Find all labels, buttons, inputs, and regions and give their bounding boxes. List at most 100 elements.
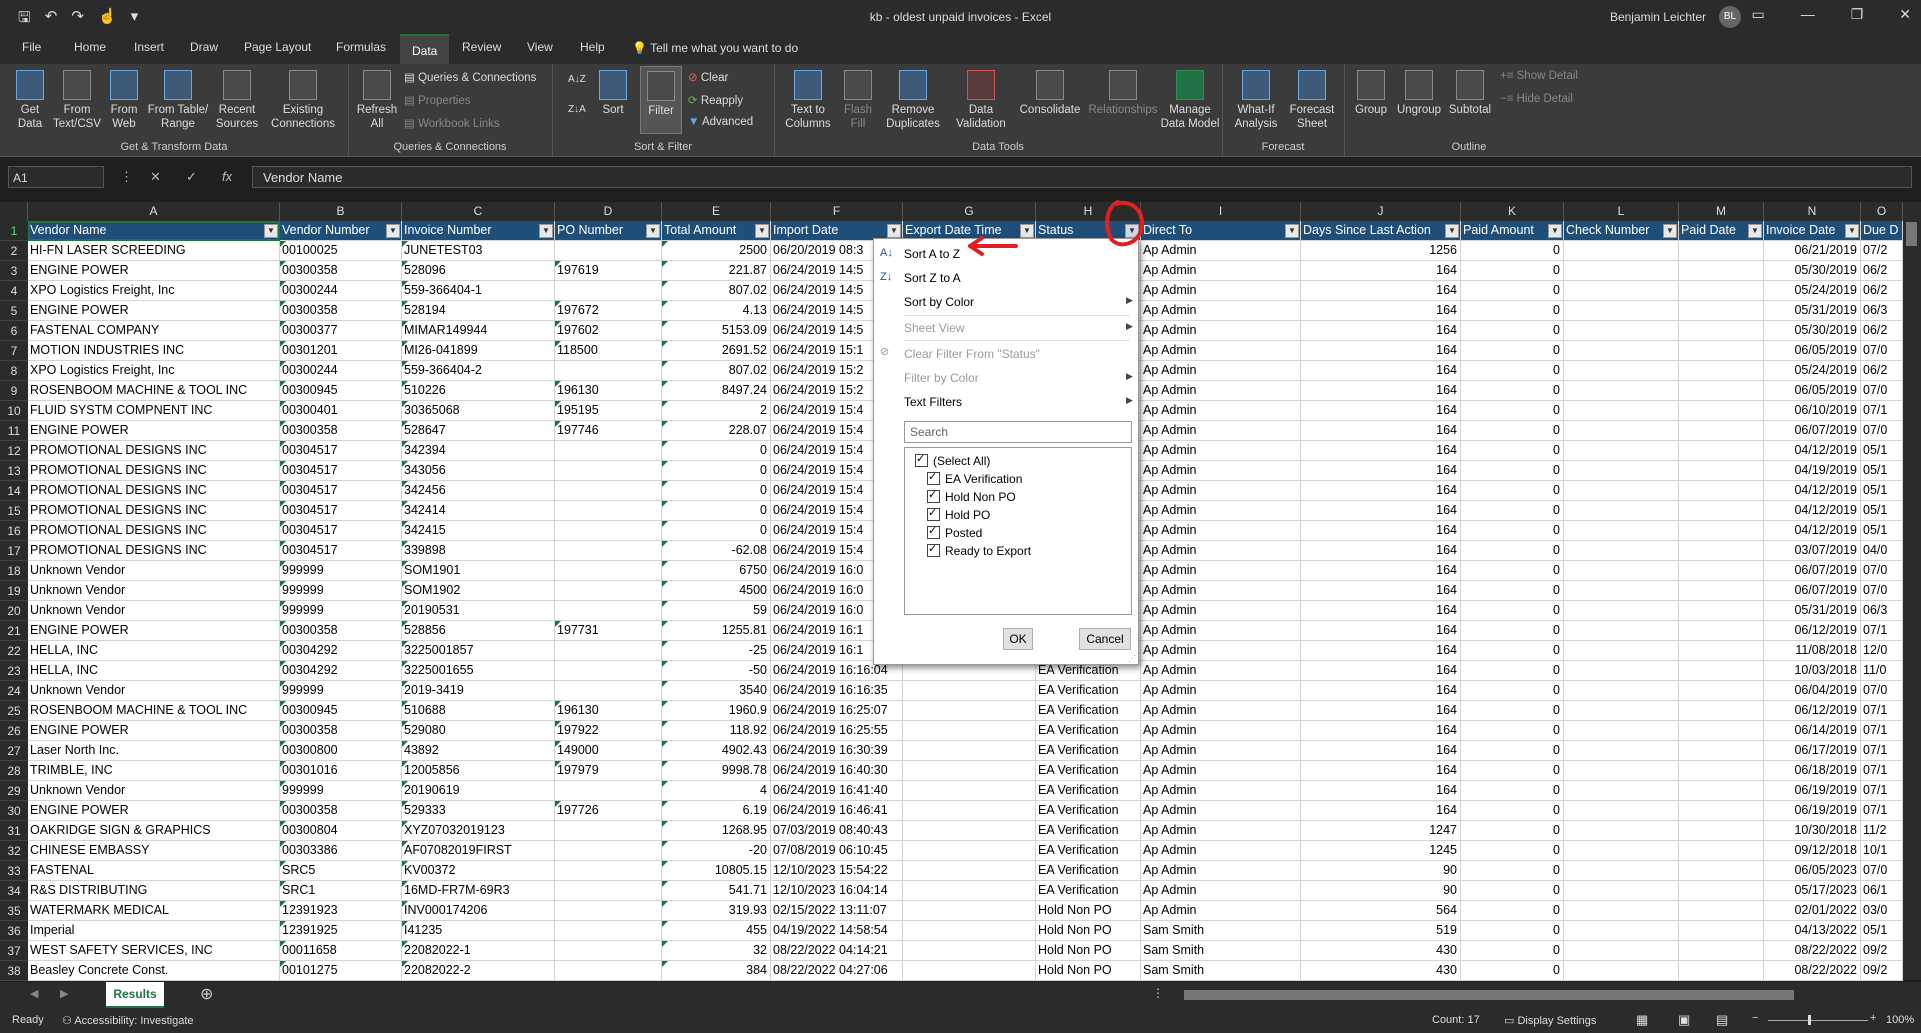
table-cell[interactable]: Imperial <box>28 921 280 941</box>
table-cell[interactable] <box>555 601 662 621</box>
text-to-columns-button[interactable]: Text to Columns <box>782 70 834 131</box>
table-cell[interactable]: 196130 <box>555 701 662 721</box>
row-header[interactable]: 11 <box>0 421 28 441</box>
table-cell[interactable]: 164 <box>1301 561 1461 581</box>
table-cell[interactable]: 519 <box>1301 921 1461 941</box>
table-cell[interactable]: 559-366404-1 <box>402 281 555 301</box>
table-cell[interactable]: 11/08/2018 <box>1764 641 1861 661</box>
filter-option-checkbox[interactable]: Ready to Export <box>927 542 1031 558</box>
filter-dropdown-icon[interactable]: ▼ <box>646 224 660 238</box>
column-header[interactable]: D <box>555 202 662 221</box>
table-cell[interactable]: Sam Smith <box>1141 921 1301 941</box>
table-cell[interactable]: 08/22/2022 <box>1764 961 1861 981</box>
row-header[interactable]: 25 <box>0 701 28 721</box>
table-cell[interactable]: WATERMARK MEDICAL <box>28 901 280 921</box>
table-cell[interactable]: 05/24/2019 <box>1764 281 1861 301</box>
table-cell[interactable]: 06/24/2019 16:40:30 <box>771 761 903 781</box>
table-cell[interactable] <box>555 681 662 701</box>
ungroup-button[interactable]: Ungroup <box>1394 70 1444 117</box>
table-cell[interactable]: 0 <box>662 501 771 521</box>
table-cell[interactable]: 164 <box>1301 641 1461 661</box>
table-cell[interactable]: Unknown Vendor <box>28 601 280 621</box>
table-cell[interactable]: 06/2 <box>1861 281 1903 301</box>
table-cell[interactable] <box>1679 821 1764 841</box>
hide-detail-button[interactable]: −≡ Hide Detail <box>1500 93 1573 105</box>
table-cell[interactable]: 00300358 <box>280 721 402 741</box>
table-cell[interactable] <box>1679 321 1764 341</box>
table-cell[interactable]: 0 <box>1461 521 1564 541</box>
table-cell[interactable]: 164 <box>1301 541 1461 561</box>
table-cell[interactable]: Ap Admin <box>1141 241 1301 261</box>
table-cell[interactable]: HELLA, INC <box>28 661 280 681</box>
table-cell[interactable]: 197726 <box>555 801 662 821</box>
table-cell[interactable] <box>1564 581 1679 601</box>
row-header[interactable]: 5 <box>0 301 28 321</box>
table-cell[interactable] <box>1564 681 1679 701</box>
table-cell[interactable] <box>555 641 662 661</box>
row-header[interactable]: 18 <box>0 561 28 581</box>
forecast-sheet-button[interactable]: Forecast Sheet <box>1286 70 1338 131</box>
table-cell[interactable]: FASTENAL COMPANY <box>28 321 280 341</box>
table-cell[interactable]: Ap Admin <box>1141 721 1301 741</box>
table-cell[interactable]: 999999 <box>280 681 402 701</box>
table-cell[interactable]: ROSENBOOM MACHINE & TOOL INC <box>28 701 280 721</box>
table-cell[interactable]: Ap Admin <box>1141 901 1301 921</box>
table-cell[interactable]: Ap Admin <box>1141 301 1301 321</box>
table-cell[interactable] <box>903 921 1036 941</box>
table-cell[interactable]: 0 <box>1461 921 1564 941</box>
table-cell[interactable]: 0 <box>1461 401 1564 421</box>
remove-duplicates-button[interactable]: Remove Duplicates <box>880 70 946 131</box>
table-cell[interactable] <box>1564 761 1679 781</box>
table-cell[interactable]: MIMAR149944 <box>402 321 555 341</box>
sort-descending-icon[interactable]: Z↓A <box>568 104 586 115</box>
table-cell[interactable]: 16MD-FR7M-69R3 <box>402 881 555 901</box>
column-header[interactable]: J <box>1301 202 1461 221</box>
table-cell[interactable]: 164 <box>1301 341 1461 361</box>
table-cell[interactable] <box>1564 261 1679 281</box>
ok-button[interactable]: OK <box>1003 628 1033 650</box>
sort-by-color-item[interactable]: Sort by Color ▶ <box>904 295 1134 309</box>
table-cell[interactable]: 00101275 <box>280 961 402 981</box>
table-cell[interactable]: 0 <box>1461 881 1564 901</box>
filter-button[interactable]: Filter <box>640 66 682 134</box>
table-cell[interactable]: 164 <box>1301 781 1461 801</box>
tab-help[interactable]: Help <box>580 40 605 54</box>
sheet-tab-results[interactable]: Results <box>106 982 164 1009</box>
table-cell[interactable]: 9998.78 <box>662 761 771 781</box>
table-cell[interactable] <box>555 961 662 981</box>
table-cell[interactable]: EA Verification <box>1036 801 1141 821</box>
table-cell[interactable]: Unknown Vendor <box>28 681 280 701</box>
table-cell[interactable]: 6750 <box>662 561 771 581</box>
table-cell[interactable] <box>1564 721 1679 741</box>
checkbox-checked-icon[interactable] <box>915 452 928 467</box>
row-header[interactable]: 34 <box>0 881 28 901</box>
row-header[interactable]: 21 <box>0 621 28 641</box>
table-cell[interactable] <box>1564 601 1679 621</box>
table-cell[interactable]: 164 <box>1301 461 1461 481</box>
zoom-out-icon[interactable]: − <box>1752 1012 1758 1024</box>
table-cell[interactable]: EA Verification <box>1036 701 1141 721</box>
table-cell[interactable]: 05/31/2019 <box>1764 601 1861 621</box>
table-cell[interactable] <box>1679 521 1764 541</box>
table-cell[interactable]: 0 <box>1461 561 1564 581</box>
table-cell[interactable]: 510226 <box>402 381 555 401</box>
table-cell[interactable] <box>1564 481 1679 501</box>
table-cell[interactable]: 1268.95 <box>662 821 771 841</box>
table-cell[interactable]: 10/1 <box>1861 841 1903 861</box>
queries-connections-button[interactable]: ▤ Queries & Connections <box>404 70 536 84</box>
table-cell[interactable]: 04/12/2019 <box>1764 441 1861 461</box>
table-cell[interactable]: 30365068 <box>402 401 555 421</box>
filter-dropdown-icon[interactable]: ▼ <box>1548 224 1562 238</box>
table-cell[interactable]: AF07082019FIRST <box>402 841 555 861</box>
filter-dropdown-icon[interactable]: ▼ <box>264 224 278 238</box>
table-cell[interactable] <box>1679 581 1764 601</box>
table-cell[interactable]: 08/22/2022 04:27:06 <box>771 961 903 981</box>
table-cell[interactable]: 0 <box>1461 301 1564 321</box>
table-cell[interactable]: 05/1 <box>1861 441 1903 461</box>
table-cell[interactable] <box>555 461 662 481</box>
table-cell[interactable]: JUNETEST03 <box>402 241 555 261</box>
table-cell[interactable] <box>1679 641 1764 661</box>
avatar[interactable]: BL <box>1719 6 1741 28</box>
text-filters-item[interactable]: Text Filters ▶ <box>904 395 1134 409</box>
column-header[interactable]: O <box>1861 202 1903 221</box>
